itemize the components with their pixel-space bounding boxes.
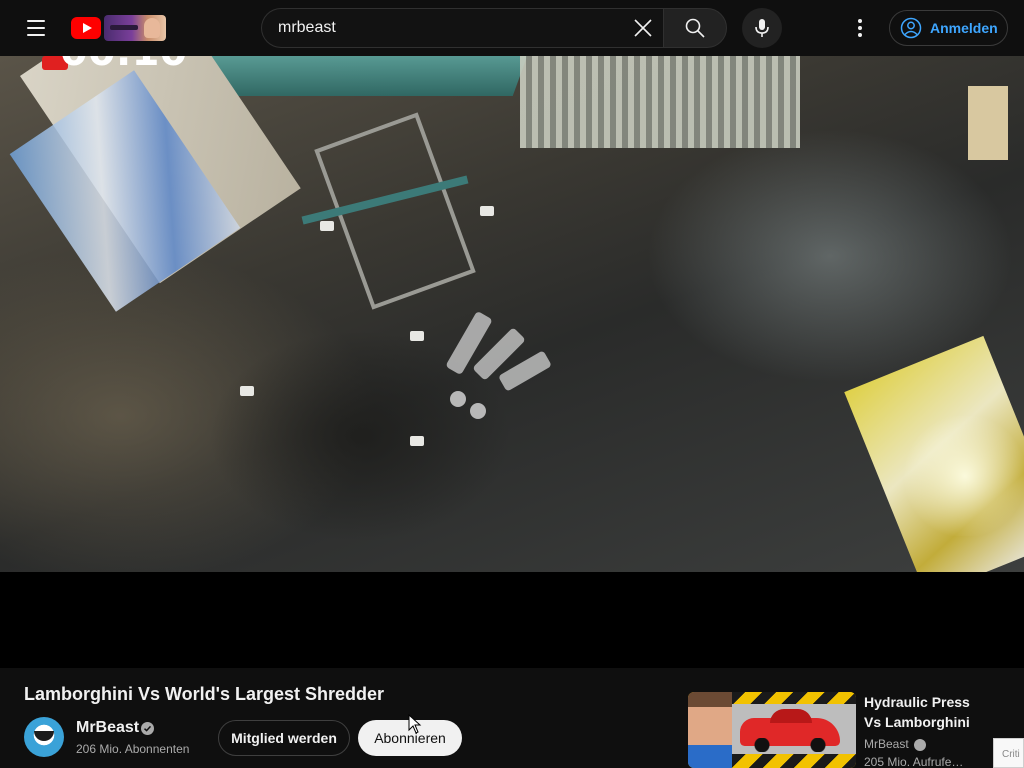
search-input[interactable] [278,19,623,37]
video-player[interactable]: 00:10 [0,56,1024,668]
channel-avatar[interactable] [24,717,64,757]
related-video-title[interactable]: Hydraulic Press Vs Lamborghini [864,692,984,732]
scene-light [900,416,1024,536]
search-button[interactable] [663,8,727,48]
youtube-play-icon [71,17,101,39]
video-title: Lamborghini Vs World's Largest Shredder [24,684,385,704]
scene-scrap [320,221,334,231]
masthead: Anmelden [0,0,1024,56]
related-video-channel[interactable]: MrBeast [864,737,909,751]
menu-icon[interactable] [20,12,52,44]
scene-scrap [410,436,424,446]
corner-badge[interactable]: Criti [993,738,1024,768]
microphone-icon [755,19,769,37]
scene-scrap [480,206,494,216]
scene-pallet [520,56,800,148]
more-vertical-icon[interactable] [844,12,876,44]
related-video-views: 205 Mio. Aufrufe… [864,755,964,768]
scene-post [968,86,1008,160]
related-video-item[interactable]: Hydraulic Press Vs Lamborghini MrBeast 2… [688,692,1024,768]
scene-scrap [240,386,254,396]
subscriber-count: 206 Mio. Abonnenten [76,742,190,756]
account-icon [900,17,922,39]
mouse-cursor-icon [408,714,422,734]
voice-search-button[interactable] [742,8,782,48]
signin-button[interactable]: Anmelden [889,10,1008,46]
close-icon [634,19,652,37]
scene-ramp [192,56,528,96]
join-membership-button[interactable]: Mitglied werden [218,720,350,756]
verified-check-icon [141,722,154,735]
search-box [261,8,663,48]
signin-label: Anmelden [930,20,998,36]
video-frame[interactable]: 00:10 [0,56,1024,572]
overlay-timer: 00:10 [60,56,220,72]
clear-search-button[interactable] [623,8,663,48]
search-icon [685,18,705,38]
related-video-thumbnail[interactable] [688,692,856,768]
youtube-watch-page: Anmelden 00:10 L [0,0,1024,768]
verified-check-icon [914,739,926,751]
loading-spinner-icon [420,310,560,421]
youtube-logo[interactable] [71,14,167,42]
thumb-car [740,709,840,752]
channel-name[interactable]: MrBeast [76,719,139,737]
thumb-person [688,692,732,768]
logo-doodle-image [104,15,166,41]
